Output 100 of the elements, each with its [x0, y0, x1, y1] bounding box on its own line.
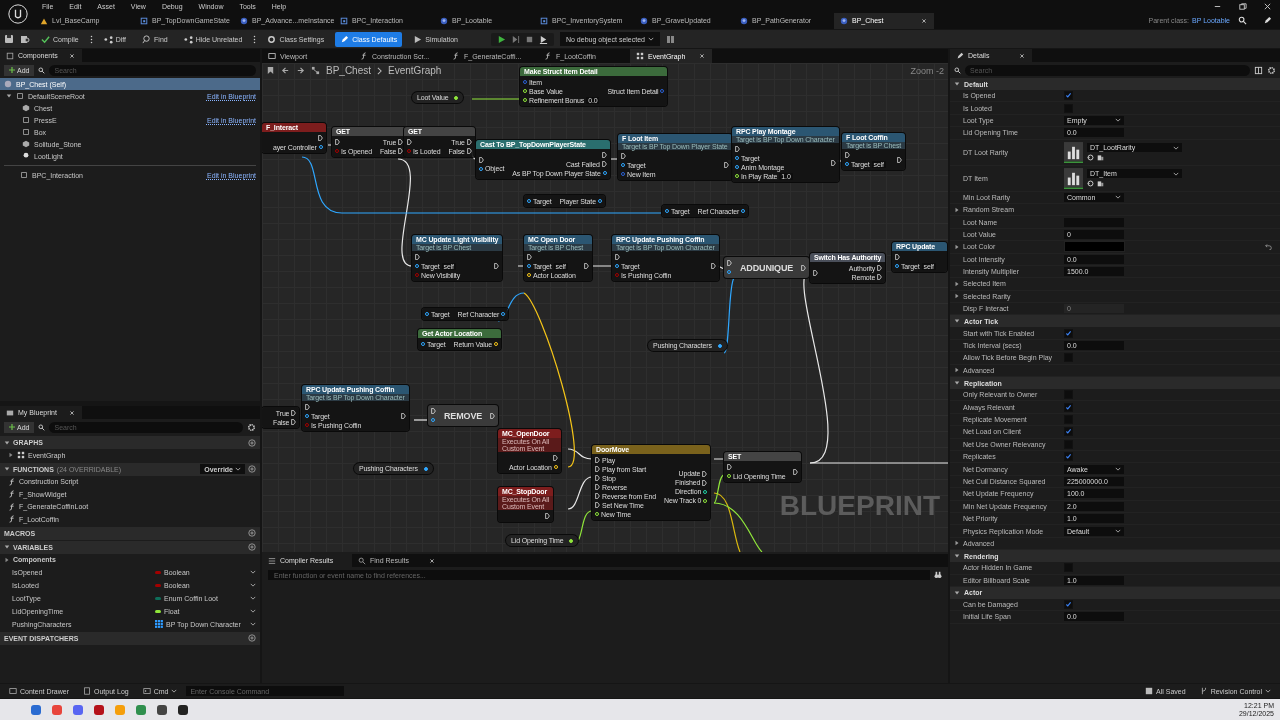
expand-arrow-icon[interactable] [4, 439, 10, 446]
exec-pin-icon[interactable] [595, 493, 600, 499]
save-icon[interactable] [4, 34, 14, 44]
exec-pin-icon[interactable] [877, 265, 883, 271]
exec-pin-icon[interactable] [407, 139, 412, 145]
exec-pin-icon[interactable] [431, 408, 436, 414]
use-selected-icon[interactable] [1087, 154, 1094, 162]
exec-pin-icon[interactable] [305, 404, 310, 410]
exec-pin-icon[interactable] [897, 156, 903, 163]
step-icon[interactable] [510, 34, 520, 44]
expand-arrow-icon[interactable] [954, 81, 960, 87]
exec-pin-icon[interactable] [335, 139, 340, 145]
add-icon[interactable] [248, 634, 256, 642]
caret-icon[interactable] [250, 570, 256, 574]
exec-pin-icon[interactable] [830, 159, 836, 166]
use-selected-icon[interactable] [1087, 180, 1094, 188]
exec-pin-icon[interactable] [291, 410, 297, 416]
data-table-thumbnail-icon[interactable] [1064, 141, 1083, 163]
add-icon[interactable] [248, 529, 256, 537]
caret-icon[interactable] [250, 622, 256, 626]
reset-arrow-icon[interactable] [1265, 243, 1272, 251]
expand-arrow-icon[interactable] [4, 556, 10, 563]
blueprint-node[interactable]: ADDUNIQUE [724, 257, 810, 278]
close-icon[interactable] [68, 408, 76, 417]
exec-pin-icon[interactable] [490, 412, 496, 419]
edit-icon[interactable] [1263, 16, 1272, 25]
taskbar-app-icon[interactable] [156, 703, 168, 716]
add-icon[interactable] [248, 438, 256, 447]
exec-pin-icon[interactable] [595, 475, 600, 481]
exec-pin-icon[interactable] [317, 135, 323, 141]
browse-icon[interactable] [1097, 154, 1104, 162]
exec-pin-icon[interactable] [710, 263, 716, 269]
close-icon[interactable] [698, 52, 706, 60]
settings-icon[interactable] [247, 422, 256, 432]
exec-pin-icon[interactable] [479, 156, 484, 163]
exec-pin-icon[interactable] [895, 254, 900, 260]
checkbox[interactable] [1064, 390, 1073, 400]
data-table-thumbnail-icon[interactable] [1064, 167, 1083, 189]
exec-pin-icon[interactable] [527, 254, 532, 260]
exec-pin-icon[interactable] [595, 502, 600, 508]
expand-arrow-icon[interactable] [954, 367, 960, 374]
eject-icon[interactable] [538, 34, 548, 44]
engine-logo-icon[interactable] [8, 4, 28, 24]
exec-pin-icon[interactable] [398, 148, 404, 154]
pin-icon[interactable] [717, 343, 722, 348]
bookmark-icon[interactable] [266, 66, 275, 75]
exec-pin-icon[interactable] [801, 264, 807, 271]
taskbar-app-icon[interactable] [177, 703, 189, 716]
exec-pin-icon[interactable] [291, 419, 297, 425]
exec-pin-icon[interactable] [601, 161, 607, 167]
exec-pin-icon[interactable] [615, 254, 620, 260]
exec-pin-icon[interactable] [601, 152, 607, 158]
breadcrumb-link[interactable]: BP_Chest [326, 65, 372, 76]
exec-pin-icon[interactable] [793, 468, 799, 475]
debug-icon[interactable] [665, 34, 676, 44]
exec-pin-icon[interactable] [845, 152, 850, 158]
stop-icon[interactable] [524, 34, 534, 44]
expand-arrow-icon[interactable] [954, 589, 960, 596]
forward-arrow-icon[interactable] [296, 66, 305, 75]
exec-pin-icon[interactable] [813, 269, 818, 276]
expand-arrow-icon[interactable] [954, 540, 960, 547]
caret-icon[interactable] [250, 596, 256, 600]
checkbox[interactable] [1064, 402, 1073, 412]
binoculars-icon[interactable] [934, 571, 942, 579]
exec-pin-icon[interactable] [595, 466, 600, 472]
close-icon[interactable] [68, 51, 76, 60]
exec-pin-icon[interactable] [621, 153, 626, 159]
exec-pin-icon[interactable] [545, 513, 551, 519]
add-icon[interactable] [248, 543, 256, 551]
breadcrumb-link[interactable]: EventGraph [388, 65, 442, 76]
expand-arrow-icon[interactable] [4, 544, 10, 550]
exec-pin-icon[interactable] [400, 413, 406, 419]
exec-pin-icon[interactable] [398, 139, 404, 145]
restore-icon[interactable] [1238, 1, 1247, 11]
exec-pin-icon[interactable] [727, 260, 732, 266]
search-icon[interactable] [1238, 16, 1247, 25]
back-arrow-icon[interactable] [281, 66, 290, 75]
browse-icon[interactable] [1097, 180, 1104, 188]
checkbox[interactable] [1064, 91, 1073, 101]
expand-arrow-icon[interactable] [954, 243, 960, 250]
close-icon[interactable] [1263, 1, 1272, 11]
add-icon[interactable] [248, 465, 256, 473]
exec-pin-icon[interactable] [723, 162, 729, 168]
exec-pin-icon[interactable] [466, 139, 472, 145]
expand-arrow-icon[interactable] [954, 318, 960, 325]
expand-arrow-icon[interactable] [4, 466, 10, 472]
blueprint-node[interactable]: REMOVE [428, 405, 499, 426]
expand-arrow-icon[interactable] [954, 380, 960, 387]
play-icon[interactable] [496, 34, 506, 44]
exec-pin-icon[interactable] [702, 470, 708, 477]
close-icon[interactable] [1018, 51, 1026, 60]
exec-pin-icon[interactable] [595, 457, 600, 463]
exec-pin-icon[interactable] [727, 464, 732, 470]
exec-pin-icon[interactable] [595, 484, 600, 490]
expand-arrow-icon[interactable] [954, 553, 960, 560]
checkbox[interactable] [1064, 328, 1073, 338]
pin-icon[interactable] [423, 466, 428, 471]
close-icon[interactable] [920, 16, 928, 25]
expand-arrow-icon[interactable] [954, 206, 960, 213]
exec-pin-icon[interactable] [877, 274, 883, 280]
